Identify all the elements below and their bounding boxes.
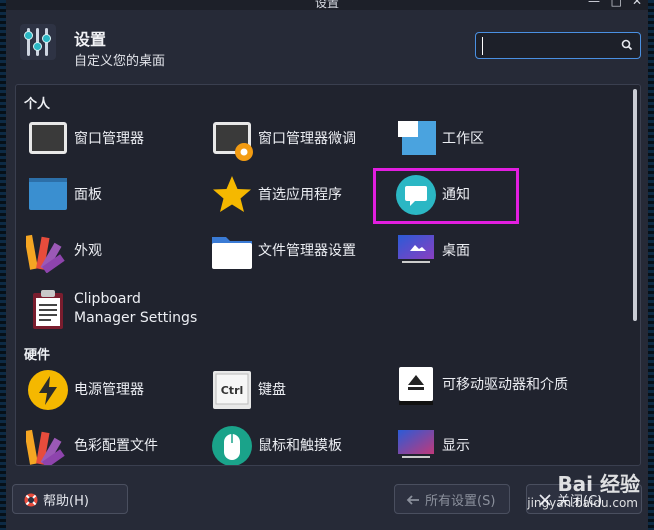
desktop-background-right xyxy=(648,0,654,530)
watermark-url: jingyan.baidu.com xyxy=(527,496,638,510)
close-window-button[interactable]: ✕ xyxy=(632,0,642,8)
mouse-icon xyxy=(210,424,254,465)
page-title: 设置 xyxy=(74,30,107,49)
desktop-monitor-icon xyxy=(394,229,438,273)
window-title: 设置 xyxy=(314,0,339,10)
color-profile-icon xyxy=(24,424,70,465)
search-box[interactable] xyxy=(475,32,641,59)
display-monitor-icon xyxy=(394,424,438,465)
folder-icon xyxy=(210,229,254,273)
appearance-palette-icon xyxy=(24,229,70,274)
item-label: 键盘 xyxy=(258,381,286,398)
settings-window: 设置 — □ ✕ 设置 自定义您的桌面 个人 窗口管理器 窗口管理器微调 工作区… xyxy=(6,0,648,530)
item-appearance[interactable]: 外观 xyxy=(24,229,102,274)
svg-text:Ctrl: Ctrl xyxy=(221,384,244,397)
item-display[interactable]: 显示 xyxy=(394,424,470,465)
item-label: Clipboard Manager Settings xyxy=(74,291,198,326)
settings-sliders-icon xyxy=(20,24,56,60)
item-window-tweaks[interactable]: 窗口管理器微调 xyxy=(210,117,356,161)
search-icon[interactable] xyxy=(620,38,634,52)
item-label: 桌面 xyxy=(442,242,470,259)
page-subtitle: 自定义您的桌面 xyxy=(74,54,166,69)
item-panel[interactable]: 面板 xyxy=(26,173,102,217)
item-power-manager[interactable]: 电源管理器 xyxy=(26,368,144,412)
scrollbar[interactable] xyxy=(633,89,637,321)
section-personal: 个人 xyxy=(24,97,51,112)
item-label: 工作区 xyxy=(442,130,484,147)
item-label: 窗口管理器 xyxy=(74,130,144,147)
arrow-left-icon xyxy=(406,495,419,505)
item-keyboard[interactable]: Ctrl 键盘 xyxy=(210,368,286,412)
item-label: 可移动驱动器和介质 xyxy=(442,376,568,393)
item-label: 文件管理器设置 xyxy=(258,242,356,259)
minimize-button[interactable]: — xyxy=(588,0,600,8)
item-label: 显示 xyxy=(442,437,470,454)
item-clipboard[interactable]: Clipboard Manager Settings xyxy=(26,287,197,331)
lifebuoy-icon xyxy=(24,493,38,507)
settings-list: 个人 窗口管理器 窗口管理器微调 工作区 面板 首选应用程序 通知 外观 文件管… xyxy=(15,84,641,466)
item-mouse[interactable]: 鼠标和触摸板 xyxy=(210,424,342,465)
search-input[interactable] xyxy=(482,37,610,55)
item-desktop[interactable]: 桌面 xyxy=(394,229,470,273)
item-label: 首选应用程序 xyxy=(258,186,342,203)
all-settings-button[interactable]: 所有设置(S) xyxy=(394,484,510,514)
item-window-manager[interactable]: 窗口管理器 xyxy=(26,117,144,161)
item-label: 面板 xyxy=(74,186,102,203)
workspaces-icon xyxy=(394,117,438,161)
item-label: 窗口管理器微调 xyxy=(258,130,356,147)
help-label: 帮助(H) xyxy=(43,493,89,509)
item-label: 色彩配置文件 xyxy=(74,437,158,454)
all-settings-label: 所有设置(S) xyxy=(425,493,496,509)
selection-highlight xyxy=(373,168,519,224)
watermark-logo: Bai 经验 xyxy=(557,472,640,496)
keyboard-ctrl-icon: Ctrl xyxy=(210,368,254,412)
item-label: 鼠标和触摸板 xyxy=(258,437,342,454)
item-removable-drives[interactable]: 可移动驱动器和介质 xyxy=(394,363,570,407)
item-label: 电源管理器 xyxy=(74,381,144,398)
item-label: 外观 xyxy=(74,242,102,259)
clipboard-icon xyxy=(26,287,70,331)
eject-drive-icon xyxy=(394,363,438,407)
window-manager-icon xyxy=(26,117,70,161)
titlebar: 设置 — □ ✕ xyxy=(6,0,648,10)
item-color-profiles[interactable]: 色彩配置文件 xyxy=(24,424,158,465)
item-workspaces[interactable]: 工作区 xyxy=(394,117,484,161)
help-button[interactable]: 帮助(H) xyxy=(12,484,128,514)
panel-icon xyxy=(26,173,70,217)
maximize-button[interactable]: □ xyxy=(611,0,622,8)
section-hardware: 硬件 xyxy=(24,348,51,363)
item-preferred-apps[interactable]: 首选应用程序 xyxy=(210,173,342,217)
item-file-manager[interactable]: 文件管理器设置 xyxy=(210,229,356,273)
star-icon xyxy=(210,173,254,217)
window-tweaks-icon xyxy=(210,117,254,161)
power-bolt-icon xyxy=(26,368,70,412)
